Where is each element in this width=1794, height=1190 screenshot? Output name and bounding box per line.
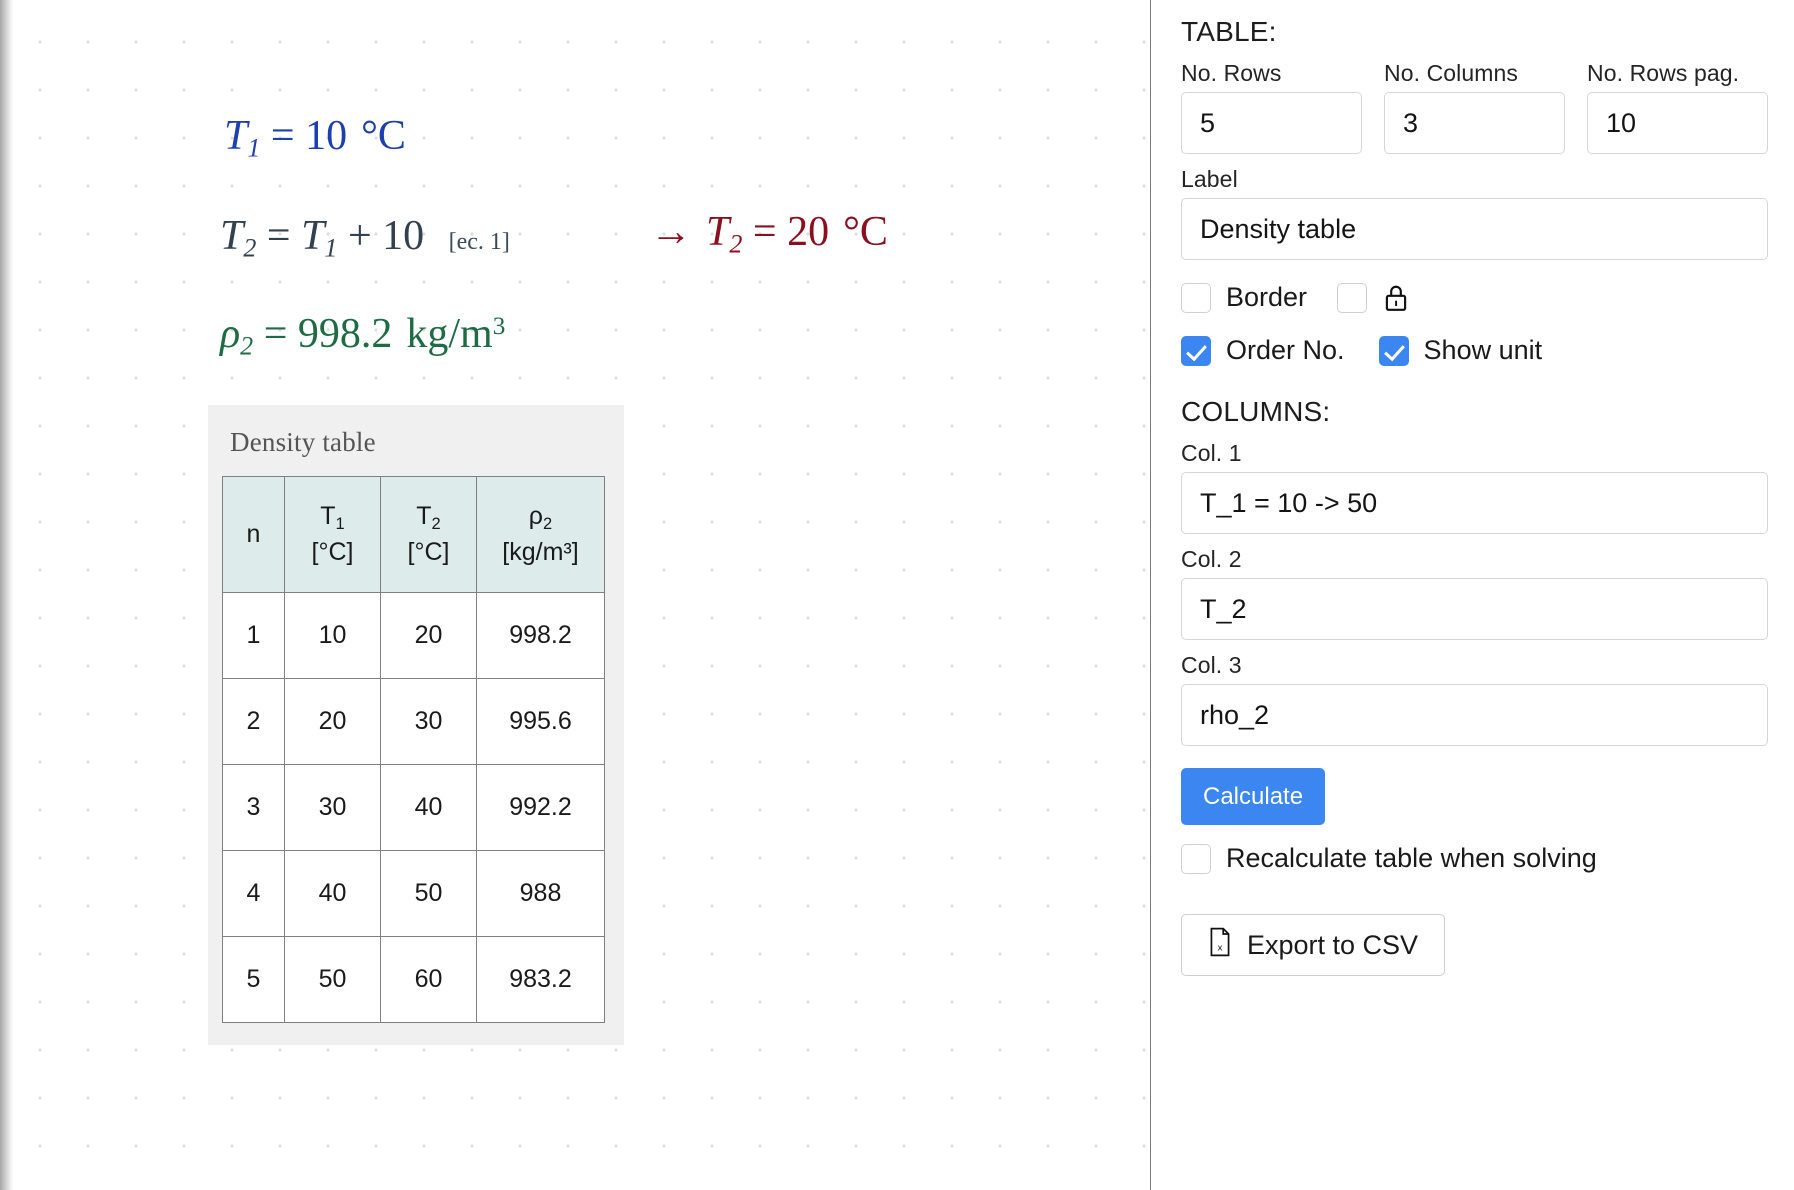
- col-2-group: Col. 2 T_2: [1181, 546, 1768, 640]
- equation-rho2[interactable]: ρ2 = 998.2 kg/m3: [220, 310, 505, 361]
- cell-rho2[interactable]: 983.2: [476, 936, 605, 1023]
- cell-t2[interactable]: 20: [380, 592, 477, 679]
- calculate-button[interactable]: Calculate: [1181, 768, 1326, 825]
- export-to-csv-button[interactable]: x Export to CSV: [1181, 914, 1446, 976]
- cell-n[interactable]: 1: [222, 592, 285, 679]
- csv-file-icon: x: [1208, 927, 1232, 964]
- col-2-label: Col. 2: [1181, 546, 1242, 572]
- cell-t2[interactable]: 40: [380, 764, 477, 851]
- cell-t1[interactable]: 50: [284, 936, 381, 1023]
- cell-n[interactable]: 3: [222, 764, 285, 851]
- lock-icon: [1383, 283, 1409, 313]
- no-rows-pag-label: No. Rows pag.: [1587, 60, 1740, 86]
- border-option-row: Border: [1181, 282, 1768, 313]
- recalculate-label: Recalculate table when solving: [1226, 843, 1597, 873]
- table-section-title: TABLE:: [1181, 16, 1277, 47]
- cell-t1[interactable]: 40: [284, 850, 381, 937]
- cell-rho2[interactable]: 995.6: [476, 678, 605, 765]
- table-header-t1: T1 [°C]: [284, 476, 381, 593]
- cell-t2[interactable]: 30: [380, 678, 477, 765]
- cell-rho2[interactable]: 988: [476, 850, 605, 937]
- table-header-n: n: [222, 476, 285, 593]
- show-unit-label: Show unit: [1423, 335, 1543, 365]
- table-header-rho2: ρ2 [kg/m³]: [476, 476, 605, 593]
- columns-section-title: COLUMNS:: [1181, 396, 1331, 427]
- table-row[interactable]: 3 30 40 992.2: [222, 764, 605, 851]
- table-dimensions-row: No. Rows 5 No. Columns 3 No. Rows pag. 1…: [1181, 60, 1768, 154]
- equation-t2-definition[interactable]: T2 = T1 + 10 [ec. 1]: [220, 212, 510, 263]
- density-table[interactable]: n T1 [°C] T2 [°C] ρ2 [kg/m³] 1 10 20 998…: [222, 476, 605, 1023]
- order-no-label: Order No.: [1226, 335, 1345, 365]
- table-title: Density table: [230, 427, 376, 457]
- no-rows-label: No. Rows: [1181, 60, 1282, 86]
- col-1-label: Col. 1: [1181, 440, 1242, 466]
- table-row[interactable]: 5 50 60 983.2: [222, 936, 605, 1023]
- cell-t1[interactable]: 20: [284, 678, 381, 765]
- cell-t1[interactable]: 30: [284, 764, 381, 851]
- cell-n[interactable]: 2: [222, 678, 285, 765]
- table-row[interactable]: 2 20 30 995.6: [222, 678, 605, 765]
- svg-text:x: x: [1218, 942, 1223, 953]
- cell-t2[interactable]: 50: [380, 850, 477, 937]
- col-3-label: Col. 3: [1181, 652, 1242, 678]
- label-field-label: Label: [1181, 166, 1238, 192]
- no-rows-group: No. Rows 5: [1181, 60, 1362, 154]
- col-1-input[interactable]: T_1 = 10 -> 50: [1181, 472, 1768, 534]
- col-2-input[interactable]: T_2: [1181, 578, 1768, 640]
- cell-rho2[interactable]: 998.2: [476, 592, 605, 679]
- table-header-row: n T1 [°C] T2 [°C] ρ2 [kg/m³]: [222, 476, 605, 593]
- no-columns-group: No. Columns 3: [1384, 60, 1565, 154]
- export-button-label: Export to CSV: [1247, 929, 1419, 960]
- worksheet-canvas[interactable]: T1 = 10 °C T2 = T1 + 10 [ec. 1] → T2 = 2…: [0, 0, 1151, 1190]
- label-group: Label Density table: [1181, 166, 1768, 260]
- recalculate-checkbox[interactable]: [1181, 843, 1211, 874]
- density-table-card[interactable]: Density table n T1 [°C] T2 [°C] ρ2 [kg/m…: [208, 405, 624, 1045]
- show-unit-checkbox[interactable]: [1378, 335, 1409, 366]
- cell-n[interactable]: 5: [222, 936, 285, 1023]
- border-checkbox[interactable]: [1181, 282, 1211, 313]
- app-root: T1 = 10 °C T2 = T1 + 10 [ec. 1] → T2 = 2…: [0, 0, 1794, 1190]
- no-columns-input[interactable]: 3: [1384, 92, 1565, 154]
- cell-t2[interactable]: 60: [380, 936, 477, 1023]
- lock-checkbox[interactable]: [1337, 282, 1368, 313]
- table-header-t2: T2 [°C]: [380, 476, 477, 593]
- equation-reference-tag: [ec. 1]: [448, 229, 510, 255]
- cell-t1[interactable]: 10: [284, 592, 381, 679]
- col-3-group: Col. 3 rho_2: [1181, 652, 1768, 746]
- equation-t2-result[interactable]: → T2 = 20 °C: [650, 208, 888, 259]
- border-label: Border: [1226, 282, 1308, 312]
- label-input[interactable]: Density table: [1181, 198, 1768, 260]
- table-settings-panel: TABLE: No. Rows 5 No. Columns 3 No. Rows…: [1151, 0, 1794, 1190]
- order-show-option-row: Order No. Show unit: [1181, 335, 1768, 366]
- no-rows-pag-group: No. Rows pag. 10: [1587, 60, 1768, 154]
- table-row[interactable]: 1 10 20 998.2: [222, 592, 605, 679]
- cell-n[interactable]: 4: [222, 850, 285, 937]
- left-scroll-gutter[interactable]: [0, 0, 14, 1190]
- col-3-input[interactable]: rho_2: [1181, 684, 1768, 746]
- cell-rho2[interactable]: 992.2: [476, 764, 605, 851]
- no-rows-input[interactable]: 5: [1181, 92, 1362, 154]
- recalculate-option-row: Recalculate table when solving: [1181, 843, 1768, 874]
- density-table-head: n T1 [°C] T2 [°C] ρ2 [kg/m³]: [222, 476, 605, 593]
- equation-t1[interactable]: T1 = 10 °C: [224, 112, 406, 163]
- table-row[interactable]: 4 40 50 988: [222, 850, 605, 937]
- no-rows-pag-input[interactable]: 10: [1587, 92, 1768, 154]
- no-columns-label: No. Columns: [1384, 60, 1519, 86]
- order-no-checkbox[interactable]: [1181, 335, 1211, 366]
- density-table-body: 1 10 20 998.2 2 20 30 995.6 3 30 40 992.…: [222, 592, 605, 1023]
- col-1-group: Col. 1 T_1 = 10 -> 50: [1181, 440, 1768, 534]
